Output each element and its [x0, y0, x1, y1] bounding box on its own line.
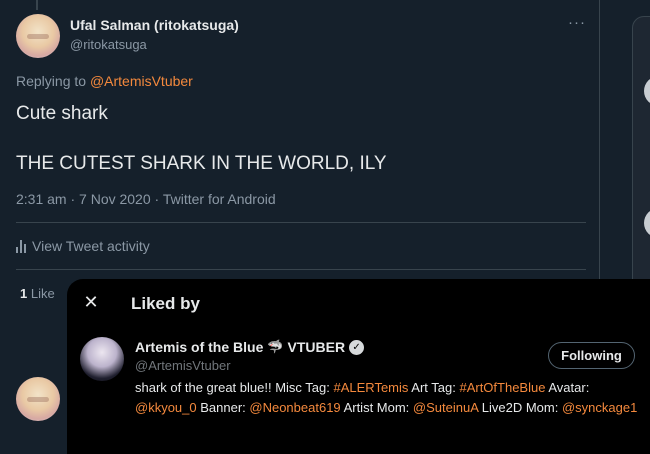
- view-activity-label: View Tweet activity: [32, 238, 150, 254]
- replying-prefix: Replying to: [16, 73, 90, 89]
- following-button[interactable]: Following: [548, 342, 635, 369]
- reply-avatar[interactable]: [16, 377, 60, 421]
- bio-text: shark of the great blue!! Misc Tag:: [135, 380, 334, 395]
- replying-mention-link[interactable]: @ArtemisVtuber: [90, 73, 193, 89]
- user-handle[interactable]: @ArtemisVtuber: [135, 358, 231, 373]
- likes-label: Like: [27, 286, 55, 301]
- tweet-text-line: THE CUTEST SHARK IN THE WORLD, ILY: [16, 153, 387, 174]
- divider: [16, 222, 586, 223]
- user-name-row[interactable]: Artemis of the Blue 🦈 VTUBER ✓: [135, 339, 365, 355]
- author-name[interactable]: Ufal Salman (ritokatsuga): [70, 17, 239, 33]
- mention-link[interactable]: @Neonbeat619: [249, 400, 340, 415]
- mention-link[interactable]: @synckage1: [562, 400, 637, 415]
- replying-to: Replying to @ArtemisVtuber: [16, 73, 193, 89]
- analytics-icon: [16, 239, 26, 253]
- sidebar-card: [632, 16, 650, 286]
- bio-text: Art Tag:: [408, 380, 460, 395]
- shark-icon: 🦈: [267, 339, 284, 354]
- tweet-text-line: Cute shark: [16, 103, 108, 124]
- bio-text: Banner:: [196, 400, 250, 415]
- user-name-suffix: VTUBER: [287, 339, 346, 355]
- verified-icon: ✓: [349, 339, 365, 355]
- divider: [16, 269, 586, 270]
- bio-text: Artist Mom:: [340, 400, 413, 415]
- hashtag-link[interactable]: #ArtOfTheBlue: [459, 380, 545, 395]
- tweet-timestamp[interactable]: 2:31 am · 7 Nov 2020 · Twitter for Andro…: [16, 191, 276, 207]
- author-handle[interactable]: @ritokatsuga: [70, 37, 147, 52]
- user-bio: shark of the great blue!! Misc Tag: #ALE…: [135, 378, 645, 418]
- user-avatar[interactable]: [80, 337, 124, 381]
- thread-line: [36, 0, 38, 10]
- hashtag-link[interactable]: #ALERTemis: [333, 380, 408, 395]
- bio-text: Live2D Mom:: [478, 400, 562, 415]
- modal-title: Liked by: [131, 294, 200, 313]
- user-display-name: Artemis of the Blue: [135, 339, 264, 355]
- view-activity-link[interactable]: View Tweet activity: [16, 238, 150, 254]
- mention-link[interactable]: @SuteinuA: [413, 400, 478, 415]
- bio-text: Avatar:: [545, 380, 590, 395]
- liked-by-modal: ✕ Liked by Artemis of the Blue 🦈 VTUBER …: [67, 279, 650, 454]
- mention-link[interactable]: @kkyou_0: [135, 400, 197, 415]
- close-icon[interactable]: ✕: [81, 292, 101, 312]
- author-avatar[interactable]: [16, 14, 60, 58]
- more-options-icon[interactable]: ···: [568, 14, 586, 31]
- likes-link[interactable]: 1 Like: [20, 286, 55, 301]
